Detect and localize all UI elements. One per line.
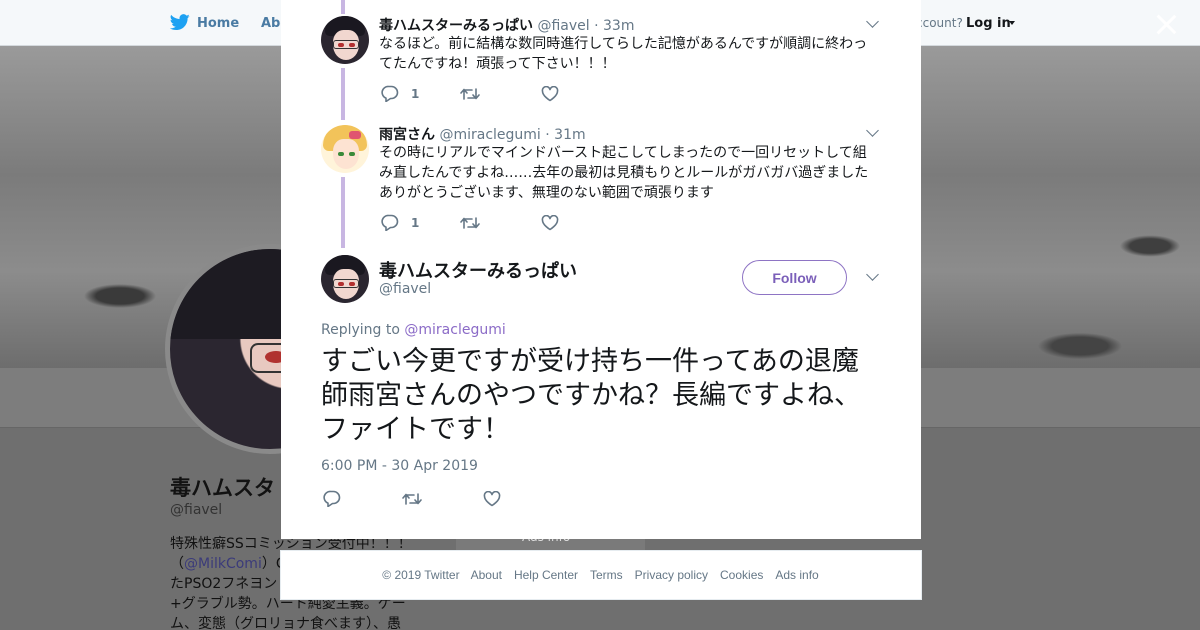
avatar-face — [333, 139, 359, 169]
like-button[interactable] — [483, 491, 501, 507]
tweet-text-line: なるほど。前に結構な数同時進行してらした記憶があるんですが順調に終わっ — [379, 36, 868, 52]
tweet-author-handle[interactable]: @miraclegumi — [439, 127, 540, 143]
reply-count: 1 — [411, 215, 420, 230]
tweet-menu-chevron-icon[interactable] — [866, 124, 879, 137]
retweet-button[interactable] — [402, 492, 422, 506]
tweet-menu-chevron-icon[interactable] — [866, 15, 879, 28]
profile-name: 毒ハムスタ — [170, 476, 275, 500]
reply-icon — [323, 490, 341, 507]
reply-button[interactable]: 1 — [381, 214, 419, 231]
footer-link-help-center[interactable]: Help Center — [514, 568, 578, 582]
retweet-icon — [460, 217, 480, 229]
bio-text: （ — [170, 556, 184, 572]
account-prompt: ccount? — [916, 16, 963, 30]
replying-to-link[interactable]: @miraclegumi — [404, 322, 505, 338]
retweet-button[interactable] — [460, 87, 480, 101]
avatar-glasses — [333, 40, 359, 49]
avatar-eye — [349, 152, 355, 156]
tweet-header: 毒ハムスターみるっぱい @fiavel · 33m — [379, 15, 634, 35]
tweet-text-line: み直したんですよね……去年の最初は見積もりとルールがガバガバ過ぎました — [379, 165, 869, 181]
avatar-glasses — [333, 279, 359, 288]
tweet-author-name[interactable]: 毒ハムスターみるっぱい — [379, 18, 533, 34]
thread-connector-line — [341, 177, 345, 248]
retweet-icon — [460, 88, 480, 100]
tweet-avatar[interactable] — [321, 125, 369, 173]
modal-footer: © 2019 Twitter About Help Center Terms P… — [280, 550, 922, 600]
retweet-button[interactable] — [460, 216, 480, 230]
bio-line: ム、変態（グロリョナ食べます）、愚 — [170, 616, 401, 630]
follow-button[interactable]: Follow — [742, 260, 847, 295]
main-tweet-text-line: ファイトです！ — [321, 414, 510, 445]
tweet-modal: 毒ハムスターみるっぱい @fiavel · 33m なるほど。前に結構な数同時進… — [281, 0, 921, 539]
main-tweet-timestamp[interactable]: 6:00 PM - 30 Apr 2019 — [321, 458, 478, 474]
reply-button[interactable]: 1 — [381, 85, 419, 102]
close-icon[interactable] — [1155, 13, 1177, 35]
avatar-eye — [338, 152, 344, 156]
replying-to: Replying to @miraclegumi — [321, 322, 506, 338]
login-caret-icon[interactable] — [1009, 21, 1015, 25]
login-link[interactable]: Log in — [966, 16, 1011, 31]
main-tweet-author-name[interactable]: 毒ハムスターみるっぱい — [379, 257, 577, 283]
footer-link-about[interactable]: About — [471, 568, 502, 582]
footer-link-ads-info[interactable]: Ads info — [775, 568, 818, 582]
tweet-text-line: ありがとうございます、無理のない範囲で頑張ります — [379, 185, 714, 201]
twitter-bird-icon[interactable] — [170, 14, 190, 31]
footer-link-privacy-policy[interactable]: Privacy policy — [635, 568, 708, 582]
tweet-author-handle[interactable]: @fiavel — [537, 18, 589, 34]
like-button[interactable] — [541, 86, 559, 102]
profile-handle[interactable]: @fiavel — [170, 502, 222, 518]
thread-connector-line — [341, 68, 345, 120]
reply-count: 1 — [411, 86, 420, 101]
tweet-time[interactable]: 31m — [554, 127, 585, 143]
main-tweet-text-line: すごい今更ですが受け持ち一件ってあの退魔 — [321, 346, 859, 377]
bio-mention-link[interactable]: @MilkComi — [184, 556, 262, 572]
tweet-separator: · — [589, 18, 603, 34]
main-tweet-text: すごい今更ですが受け持ち一件ってあの退魔 師雨宮さんのやつですかね？長編ですよね… — [321, 345, 891, 447]
main-tweet-text-line: 師雨宮さんのやつですかね？長編ですよね、 — [321, 380, 861, 411]
tweet-text: なるほど。前に結構な数同時進行してらした記憶があるんですが順調に終わっ てたんで… — [379, 34, 879, 74]
footer-link-cookies[interactable]: Cookies — [720, 568, 763, 582]
footer-copyright: © 2019 Twitter — [382, 568, 460, 582]
tweet-text: その時にリアルでマインドバースト起こしてしまったので一回リセットして組 み直した… — [379, 143, 879, 203]
heart-icon — [483, 491, 501, 507]
tweet-text-line: てたんですね！頑張って下さい！！！ — [379, 56, 616, 72]
reply-icon — [381, 85, 399, 102]
retweet-icon — [402, 493, 422, 505]
tweet-text-line: その時にリアルでマインドバースト起こしてしまったので一回リセットして組 — [379, 145, 867, 161]
heart-icon — [541, 215, 559, 231]
tweet-avatar[interactable] — [321, 16, 369, 64]
like-button[interactable] — [541, 215, 559, 231]
main-tweet-avatar[interactable] — [321, 255, 369, 303]
tweet-menu-chevron-icon[interactable] — [866, 268, 879, 281]
avatar-bow — [349, 131, 361, 139]
tweet-separator: · — [540, 127, 555, 143]
main-tweet-author-handle[interactable]: @fiavel — [379, 281, 431, 297]
reply-icon — [381, 214, 399, 231]
footer-link-terms[interactable]: Terms — [590, 568, 623, 582]
heart-icon — [541, 86, 559, 102]
replying-prefix: Replying to — [321, 322, 405, 338]
tweet-author-name[interactable]: 雨宮さん — [379, 127, 435, 143]
tweet-time[interactable]: 33m — [603, 18, 634, 34]
tweet-header: 雨宮さん @miraclegumi · 31m — [379, 124, 586, 144]
reply-button[interactable] — [323, 490, 341, 507]
thread-connector-line — [341, 0, 345, 14]
nav-home-link[interactable]: Home — [197, 16, 239, 31]
